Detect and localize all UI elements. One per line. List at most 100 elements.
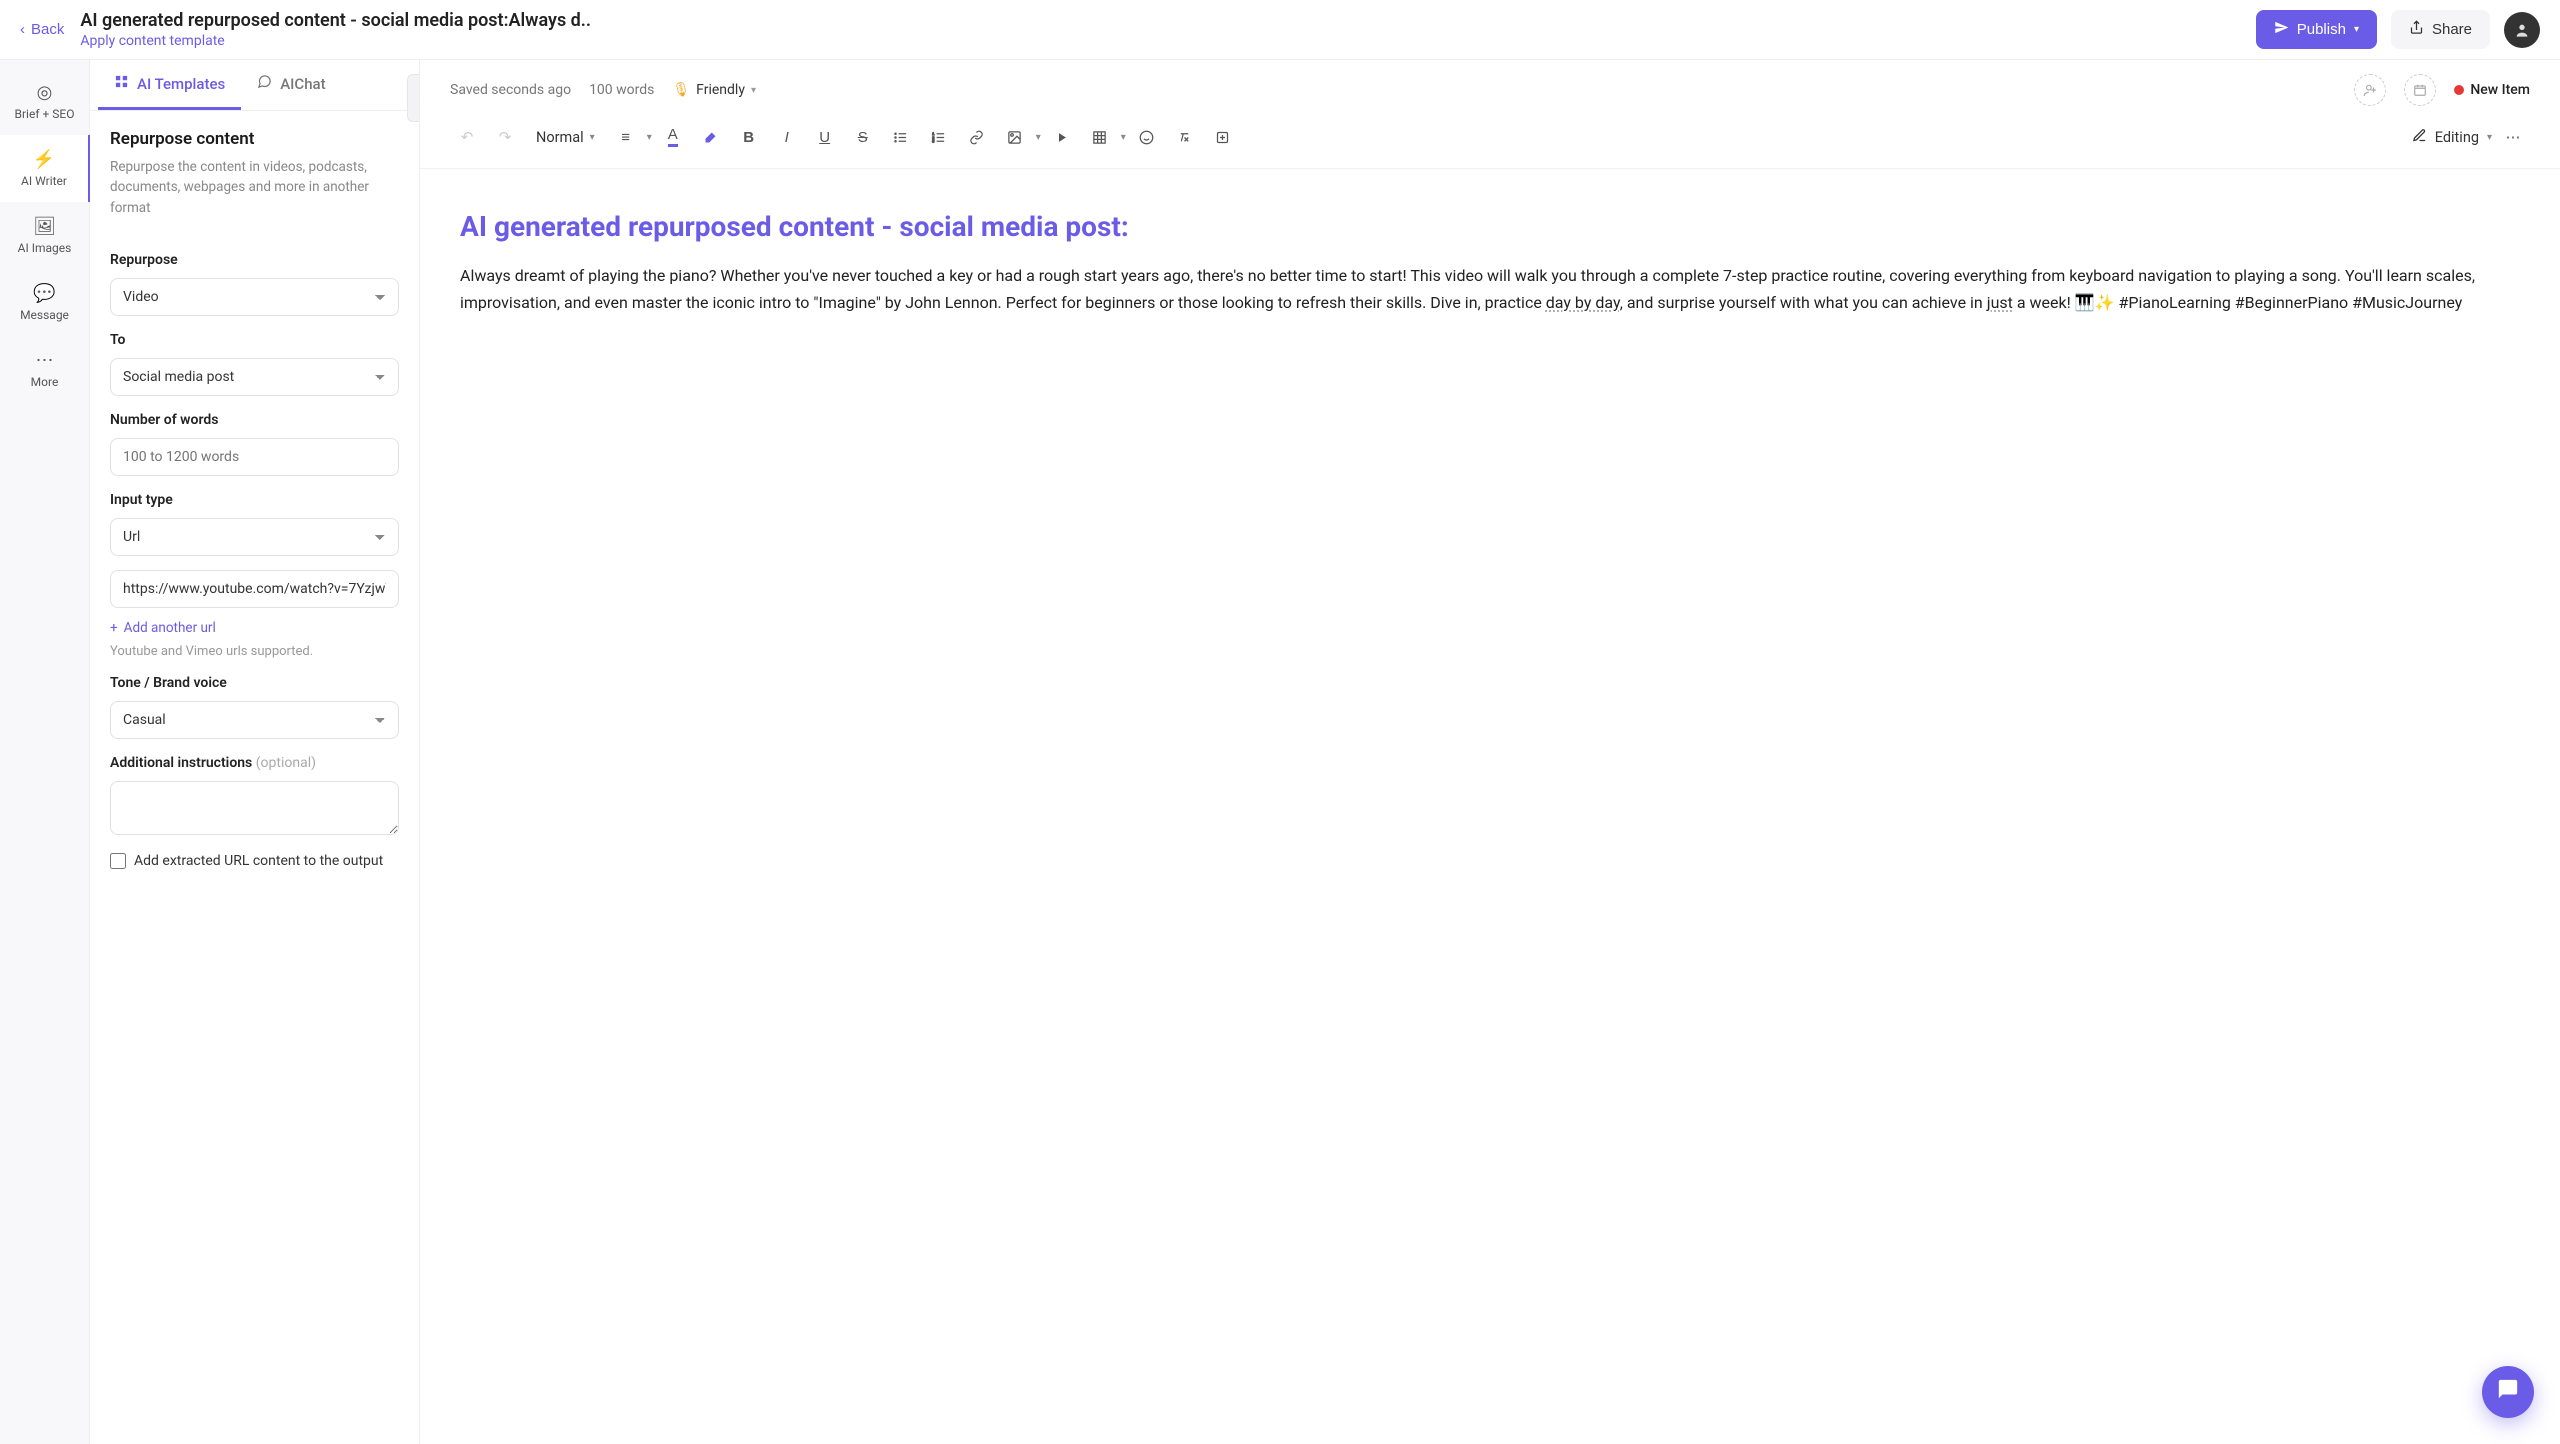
rail-label: Message [20,308,69,322]
align-caret[interactable]: ▾ [647,132,652,143]
doc-body: Always dreamt of playing the piano? Whet… [460,263,2480,316]
image-button[interactable] [998,120,1032,154]
tone-chip[interactable]: 🎙 Friendly ▾ [672,82,756,98]
rail-label: AI Writer [21,174,67,188]
chevron-down-icon: ▾ [590,132,595,143]
tone-select[interactable]: Casual [110,701,399,739]
text-color-button[interactable]: A [656,120,690,154]
to-label: To [110,332,399,348]
add-url-label: Add another url [124,620,216,636]
tab-label: AI Templates [137,75,225,93]
rail-brief-seo[interactable]: ◎ Brief + SEO [0,68,89,135]
block-style-label: Normal [536,129,584,146]
tab-ai-chat[interactable]: AIChat [241,60,341,110]
rail-message[interactable]: 💬 Message [0,269,89,336]
extract-url-checkbox[interactable] [110,853,126,869]
strike-button[interactable]: S [846,120,880,154]
emoji-button[interactable] [1130,120,1164,154]
apply-template-link[interactable]: Apply content template [80,33,2239,49]
to-select[interactable]: Social media post [110,358,399,396]
italic-button[interactable]: I [770,120,804,154]
table-caret[interactable]: ▾ [1121,132,1126,143]
numbered-list-button[interactable]: 123 [922,120,956,154]
rail-label: Brief + SEO [15,107,75,121]
input-type-label: Input type [110,492,399,508]
saved-status: Saved seconds ago [450,82,571,98]
editor: Saved seconds ago 100 words 🎙 Friendly ▾… [420,60,2560,1444]
repurpose-select[interactable]: Video [110,278,399,316]
redo-button[interactable]: ↷ [488,120,522,154]
more-toolbar-button[interactable]: ⋯ [2496,120,2530,154]
chevron-down-icon: ▾ [751,85,756,96]
insert-button[interactable] [1206,120,1240,154]
publish-label: Publish [2297,21,2346,38]
editing-mode-select[interactable]: Editing ▾ [2412,128,2492,147]
page-title: AI generated repurposed content - social… [80,10,2239,31]
plus-icon: + [110,620,118,636]
status-dot-icon [2454,85,2464,95]
panel-desc: Repurpose the content in videos, podcast… [110,157,399,218]
target-icon: ◎ [37,82,53,103]
chevron-down-icon: ▾ [2487,132,2492,143]
chat-bubble-icon [2497,1378,2519,1406]
toolbar: ↶ ↷ Normal ▾ ≡ ▾ A B I U S [420,116,2560,169]
bolt-icon: ⚡ [33,149,55,170]
checkbox-label: Add extracted URL content to the output [134,853,383,869]
doc-title: AI generated repurposed content - social… [460,209,2480,245]
table-button[interactable] [1083,120,1117,154]
bold-button[interactable]: B [732,120,766,154]
tab-ai-templates[interactable]: AI Templates [98,60,241,110]
bullet-list-button[interactable] [884,120,918,154]
dots-icon: ⋯ [36,350,54,371]
video-button[interactable] [1045,120,1079,154]
new-item[interactable]: New Item [2454,82,2530,98]
avatar[interactable] [2504,12,2540,48]
panel-title: Repurpose content [110,129,399,149]
additional-textarea[interactable] [110,781,399,835]
title-group: AI generated repurposed content - social… [80,10,2239,49]
input-type-select[interactable]: Url [110,518,399,556]
document-area[interactable]: AI generated repurposed content - social… [420,169,2560,1444]
link-button[interactable] [960,120,994,154]
chevron-down-icon: ▾ [2354,24,2359,35]
number-input[interactable] [110,438,399,476]
chat-icon [257,74,272,93]
add-user-circle[interactable] [2354,74,2386,106]
extract-url-checkbox-row[interactable]: Add extracted URL content to the output [110,853,399,869]
highlight-button[interactable] [694,120,728,154]
add-another-url[interactable]: + Add another url [110,620,399,636]
tone-value: Friendly [696,82,745,98]
chevron-left-icon: ‹ [20,21,25,38]
undo-button[interactable]: ↶ [450,120,484,154]
back-button[interactable]: ‹ Back [20,21,64,38]
image-caret[interactable]: ▾ [1036,132,1041,143]
collapse-panel-handle[interactable]: ‹ [407,74,420,122]
rail-ai-images[interactable]: 🖼 AI Images [0,202,89,269]
underline-button[interactable]: U [808,120,842,154]
publish-button[interactable]: Publish ▾ [2256,10,2377,49]
url-hint: Youtube and Vimeo urls supported. [110,644,399,659]
chat-fab[interactable] [2482,1366,2534,1418]
chat-icon: 💬 [33,283,55,304]
header-actions: Publish ▾ Share [2256,10,2540,49]
url-input[interactable] [110,570,399,608]
rail-more[interactable]: ⋯ More [0,336,89,403]
block-style-select[interactable]: Normal ▾ [526,129,605,146]
pen-icon [2412,128,2427,147]
align-button[interactable]: ≡ [609,120,643,154]
calendar-circle[interactable] [2404,74,2436,106]
grid-icon [114,74,129,93]
sidebar-panel: AI Templates AIChat Repurpose content Re… [90,60,420,1444]
rail-ai-writer[interactable]: ⚡ AI Writer [0,135,90,202]
clear-format-button[interactable] [1168,120,1202,154]
back-label: Back [31,21,64,38]
number-label: Number of words [110,412,399,428]
left-rail: ◎ Brief + SEO ⚡ AI Writer 🖼 AI Images 💬 … [0,60,90,1444]
chevron-left-icon: ‹ [418,91,420,105]
rail-label: More [31,375,59,389]
share-button[interactable]: Share [2391,10,2490,49]
send-icon [2274,20,2289,39]
editing-mode-label: Editing [2435,129,2479,146]
tone-label: Tone / Brand voice [110,675,399,691]
share-icon [2409,20,2424,39]
